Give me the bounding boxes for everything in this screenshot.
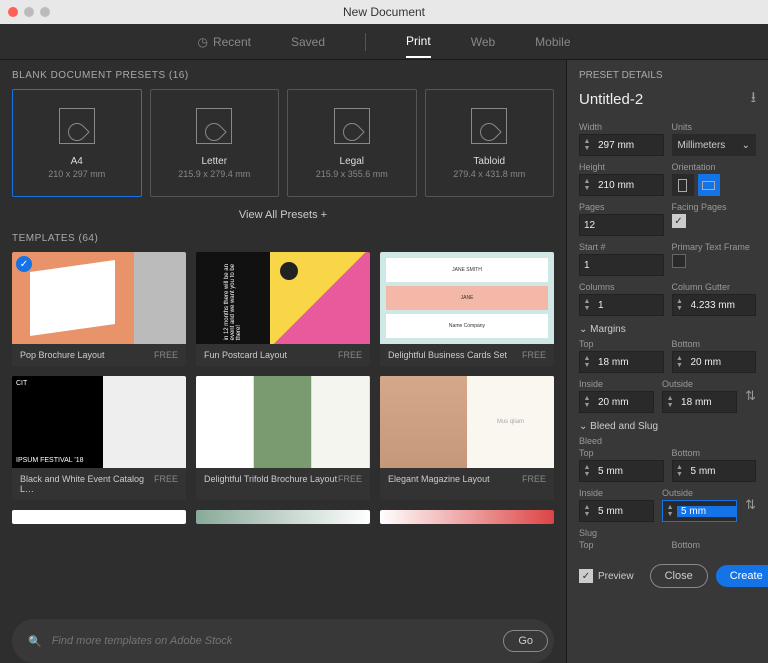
tab-saved[interactable]: Saved <box>291 27 325 57</box>
category-tabs: ◷ Recent Saved Print Web Mobile <box>0 24 768 60</box>
height-stepper[interactable]: ▲▼ <box>579 174 664 196</box>
units-select[interactable]: Millimeters⌄ <box>672 134 757 156</box>
start-stepper[interactable] <box>579 254 664 276</box>
pages-stepper[interactable] <box>579 214 664 236</box>
margin-bottom-stepper[interactable]: ▲▼ <box>672 351 757 373</box>
tab-print[interactable]: Print <box>406 26 431 58</box>
template-item[interactable]: CITIPSUM FESTIVAL '18 Black and White Ev… <box>12 376 186 500</box>
orientation-portrait[interactable] <box>672 174 694 196</box>
template-item[interactable]: ✓ Pop Brochure LayoutFREE <box>12 252 186 366</box>
bleed-outside-stepper[interactable]: ▲▼ <box>662 500 737 522</box>
create-button[interactable]: Create <box>716 565 768 587</box>
page-icon <box>196 108 232 144</box>
tab-mobile[interactable]: Mobile <box>535 27 570 57</box>
search-icon: 🔍 <box>28 635 42 648</box>
presets-row: A4 210 x 297 mm Letter 215.9 x 279.4 mm … <box>12 89 554 197</box>
preset-a4[interactable]: A4 210 x 297 mm <box>12 89 142 197</box>
preset-legal[interactable]: Legal 215.9 x 355.6 mm <box>287 89 417 197</box>
go-button[interactable]: Go <box>503 630 548 652</box>
template-item[interactable] <box>196 510 370 524</box>
templates-grid: ✓ Pop Brochure LayoutFREE in 12 months t… <box>12 252 554 524</box>
window-title: New Document <box>0 5 768 19</box>
link-margins-icon[interactable]: ⇅ <box>745 388 756 404</box>
clock-icon: ◷ <box>197 35 207 49</box>
margin-outside-stepper[interactable]: ▲▼ <box>662 391 737 413</box>
search-input[interactable] <box>52 635 494 647</box>
template-item[interactable]: JANE SMITH JANE Name Company Delightful … <box>380 252 554 366</box>
check-icon: ✓ <box>16 256 32 272</box>
templates-header: TEMPLATES (64) <box>12 233 554 244</box>
page-icon <box>59 108 95 144</box>
preview-checkbox[interactable]: ✓Preview <box>579 569 634 583</box>
template-item[interactable] <box>380 510 554 524</box>
margin-inside-stepper[interactable]: ▲▼ <box>579 391 654 413</box>
template-item[interactable]: Delightful Trifold Brochure LayoutFREE <box>196 376 370 500</box>
page-icon <box>334 108 370 144</box>
details-header: PRESET DETAILS <box>579 70 756 81</box>
primary-text-frame-checkbox[interactable] <box>672 254 686 268</box>
template-item[interactable]: in 12 months there will be an event and … <box>196 252 370 366</box>
preset-tabloid[interactable]: Tabloid 279.4 x 431.8 mm <box>425 89 555 197</box>
orientation-landscape[interactable] <box>698 174 720 196</box>
columns-stepper[interactable]: ▲▼ <box>579 294 664 316</box>
template-item[interactable]: Mus qliam Elegant Magazine LayoutFREE <box>380 376 554 500</box>
tab-web[interactable]: Web <box>471 27 495 57</box>
link-bleed-icon[interactable]: ⇅ <box>745 497 756 513</box>
template-item[interactable] <box>12 510 186 524</box>
margin-top-stepper[interactable]: ▲▼ <box>579 351 664 373</box>
facing-pages-checkbox[interactable]: ✓ <box>672 214 686 228</box>
search-bar: 🔍 Go <box>12 619 554 663</box>
preset-details-panel: PRESET DETAILS Untitled-2 ⭳ Width ▲▼ Uni… <box>566 60 768 663</box>
width-stepper[interactable]: ▲▼ <box>579 134 664 156</box>
save-preset-icon[interactable]: ⭳ <box>751 87 756 112</box>
presets-header: BLANK DOCUMENT PRESETS (16) <box>12 70 554 81</box>
tab-divider <box>365 33 366 51</box>
document-name[interactable]: Untitled-2 <box>579 91 643 108</box>
gutter-stepper[interactable]: ▲▼ <box>672 294 757 316</box>
bleed-inside-stepper[interactable]: ▲▼ <box>579 500 654 522</box>
bleed-bottom-stepper[interactable]: ▲▼ <box>672 460 757 482</box>
close-button[interactable]: Close <box>650 564 708 588</box>
bleed-top-stepper[interactable]: ▲▼ <box>579 460 664 482</box>
view-all-presets[interactable]: View All Presets + <box>12 209 554 221</box>
tab-recent[interactable]: ◷ Recent <box>197 27 251 57</box>
page-icon <box>471 108 507 144</box>
bleed-section[interactable]: Bleed and Slug <box>579 421 756 432</box>
titlebar: New Document <box>0 0 768 24</box>
margins-section[interactable]: Margins <box>579 324 756 335</box>
chevron-down-icon: ⌄ <box>742 140 750 151</box>
preset-letter[interactable]: Letter 215.9 x 279.4 mm <box>150 89 280 197</box>
